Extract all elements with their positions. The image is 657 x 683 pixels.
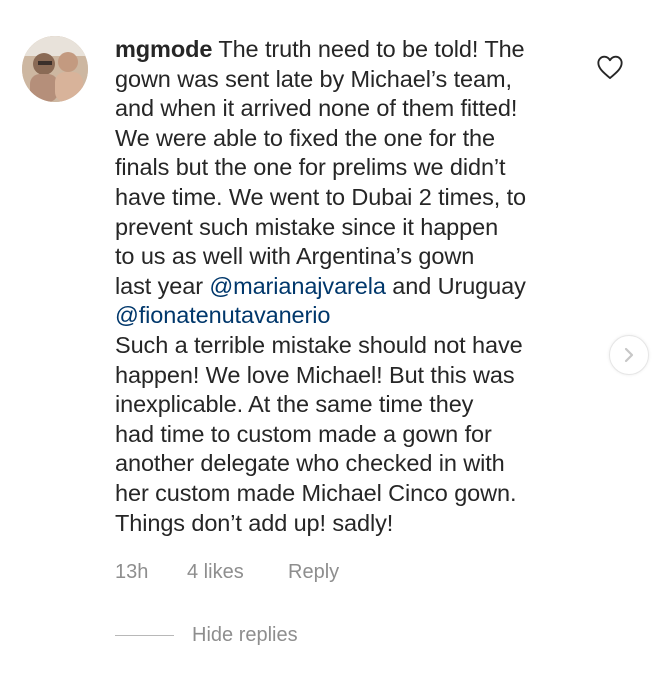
- comment-line-text: and Uruguay: [385, 272, 526, 299]
- comment-line-text: last year: [115, 272, 210, 299]
- heart-icon: [597, 55, 623, 80]
- comment-line: her custom made Michael Cinco gown.: [115, 479, 517, 506]
- comment-line: Things don’t add up! sadly!: [115, 509, 394, 536]
- comment-line: another delegate who checked in with: [115, 450, 505, 477]
- next-button[interactable]: [609, 335, 649, 375]
- mention-link[interactable]: @fionatenutavanerio: [115, 302, 330, 328]
- comment-username[interactable]: mgmode: [115, 36, 212, 62]
- comment-line: to us as well with Argentina’s gown: [115, 243, 475, 270]
- comment-line-text: The truth need to be told! The: [212, 36, 525, 62]
- comment-line: last year @marianajvarela and Uruguay: [115, 272, 595, 302]
- comment-line: gown was sent late by Michael’s team,: [115, 65, 512, 92]
- hide-replies-label[interactable]: Hide replies: [192, 624, 298, 647]
- comment-meta: 13h 4 likes Reply: [115, 561, 339, 584]
- comment-text: mgmode The truth need to be told! The go…: [115, 35, 595, 538]
- comment-line: mgmode The truth need to be told! The: [115, 35, 595, 65]
- avatar[interactable]: [22, 36, 88, 102]
- comment-line: have time. We went to Dubai 2 times, to: [115, 183, 527, 210]
- comment-line: We were able to fixed the one for the: [115, 124, 495, 151]
- comment-line: finals but the one for prelims we didn’t: [115, 154, 506, 181]
- chevron-right-icon: [624, 347, 634, 363]
- comment-line: had time to custom made a gown for: [115, 420, 492, 447]
- comment-line: @fionatenutavanerio: [115, 301, 595, 331]
- comment-line: and when it arrived none of them fitted!: [115, 95, 518, 122]
- replies-divider: [115, 635, 174, 636]
- comment-likes[interactable]: 4 likes: [187, 561, 288, 584]
- comment-line: inexplicable. At the same time they: [115, 391, 474, 418]
- comment-timestamp[interactable]: 13h: [115, 561, 187, 584]
- reply-button[interactable]: Reply: [288, 561, 339, 584]
- like-button[interactable]: [596, 54, 624, 80]
- mention-link[interactable]: @marianajvarela: [209, 273, 386, 299]
- comment-line: Such a terrible mistake should not have: [115, 331, 523, 358]
- comment-line: prevent such mistake since it happen: [115, 213, 499, 240]
- avatar-photo: [22, 36, 88, 102]
- hide-replies-toggle[interactable]: Hide replies: [115, 624, 298, 647]
- comment-line: happen! We love Michael! But this was: [115, 361, 515, 388]
